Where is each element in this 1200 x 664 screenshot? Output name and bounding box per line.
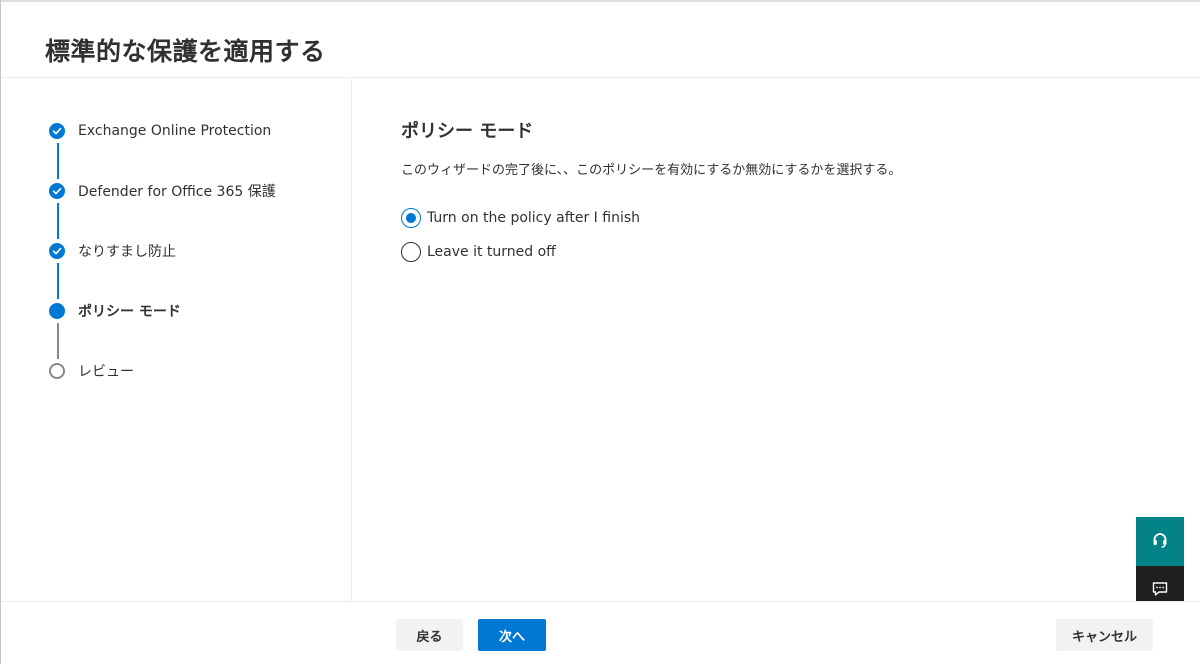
radio-checked-icon[interactable] [401, 208, 421, 228]
step-defender-for-office-365[interactable]: Defender for Office 365 保護 [49, 180, 276, 202]
step-label: Exchange Online Protection [78, 123, 272, 139]
step-connector [57, 323, 59, 359]
step-label: ポリシー モード [78, 304, 181, 320]
wizard-footer: 戻る 次へ キャンセル [1, 601, 1200, 664]
panel-header: 標準的な保護を適用する [1, 0, 1200, 78]
current-step-icon [49, 303, 65, 319]
step-connector [57, 203, 59, 239]
wizard-steps-nav: Exchange Online Protection Defender for … [1, 79, 352, 601]
step-review: レビュー [49, 360, 134, 382]
radio-leave-off[interactable]: Leave it turned off [401, 241, 556, 263]
radio-label[interactable]: Turn on the policy after I finish [427, 210, 640, 226]
section-title: ポリシー モード [401, 121, 534, 142]
step-impersonation-protection[interactable]: なりすまし防止 [49, 240, 176, 262]
radio-turn-on-policy[interactable]: Turn on the policy after I finish [401, 207, 640, 229]
next-button[interactable]: 次へ [478, 619, 546, 651]
radio-dot [406, 213, 416, 223]
back-button[interactable]: 戻る [396, 619, 463, 651]
checkmark-icon [49, 123, 65, 139]
step-label: レビュー [78, 364, 134, 380]
cancel-button[interactable]: キャンセル [1056, 619, 1153, 651]
radio-unchecked-icon[interactable] [401, 242, 421, 262]
support-widget[interactable] [1136, 517, 1184, 566]
wizard-panel: 標準的な保護を適用する Exchange Online Protection D… [0, 0, 1200, 664]
step-policy-mode[interactable]: ポリシー モード [49, 300, 181, 322]
step-label: Defender for Office 365 保護 [78, 184, 276, 200]
headset-icon [1151, 531, 1169, 553]
checkmark-icon [49, 183, 65, 199]
step-exchange-online-protection[interactable]: Exchange Online Protection [49, 120, 271, 142]
checkmark-icon [49, 243, 65, 259]
pending-step-icon [49, 363, 65, 379]
step-connector [57, 143, 59, 179]
radio-label[interactable]: Leave it turned off [427, 244, 556, 260]
step-connector [57, 263, 59, 299]
feedback-icon [1151, 580, 1169, 602]
panel-title: 標準的な保護を適用する [45, 37, 326, 66]
section-description: このウィザードの完了後に、、このポリシーを有効にするか無効にするかを選択する。 [401, 163, 902, 178]
step-label: なりすまし防止 [78, 244, 176, 260]
